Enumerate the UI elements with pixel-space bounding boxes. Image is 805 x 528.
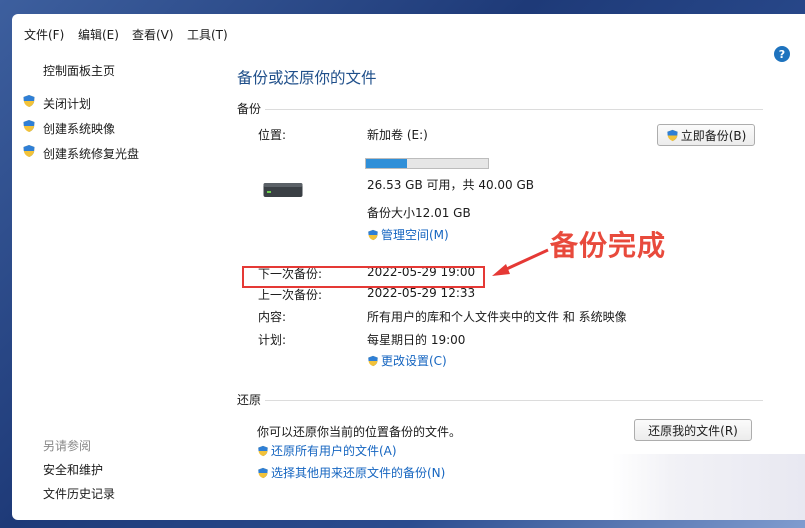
sidebar: 控制面板主页 关闭计划 创建系统映像 创建系统修复光盘 另请参阅 安全和维护 文… — [12, 44, 217, 520]
annotation-text: 备份完成 — [550, 229, 667, 262]
menu-view[interactable]: 查看(V) — [132, 26, 174, 43]
highlight-box — [242, 266, 485, 288]
menu-edit[interactable]: 编辑(E) — [78, 26, 119, 43]
location-value: 新加卷 (E:) — [367, 128, 428, 142]
uac-shield-icon — [23, 95, 35, 107]
manage-space-link[interactable]: 管理空间(M) — [367, 226, 449, 243]
backup-restore-window: 文件(F) 编辑(E) 查看(V) 工具(T) ? 控制面板主页 关闭计划 创建… — [12, 14, 805, 520]
last-backup-label: 上一次备份: — [258, 288, 323, 302]
restore-section-label: 还原 — [237, 393, 262, 407]
backup-now-label: 立即备份(B) — [680, 128, 747, 143]
page-title: 备份或还原你的文件 — [237, 69, 377, 87]
change-settings-link[interactable]: 更改设置(C) — [367, 352, 447, 369]
disk-usage-bar — [365, 158, 489, 169]
menu-file[interactable]: 文件(F) — [24, 26, 64, 43]
contents-label: 内容: — [258, 310, 287, 324]
sidebar-item-create-system-image[interactable]: 创建系统映像 — [43, 120, 115, 137]
backup-section-label: 备份 — [237, 102, 262, 116]
restore-my-files-button[interactable]: 还原我的文件(R) — [634, 419, 752, 441]
backup-size: 备份大小12.01 GB — [367, 206, 471, 220]
schedule-label: 计划: — [258, 333, 287, 347]
select-other-backup-label: 选择其他用来还原文件的备份(N) — [271, 466, 446, 480]
uac-shield-icon — [258, 445, 268, 457]
manage-space-label: 管理空间(M) — [381, 228, 449, 242]
select-other-backup-link[interactable]: 选择其他用来还原文件的备份(N) — [257, 464, 445, 481]
sidebar-item-turn-off-schedule[interactable]: 关闭计划 — [43, 95, 91, 112]
see-also-heading: 另请参阅 — [43, 439, 92, 453]
location-label: 位置: — [258, 128, 287, 142]
space-text: 26.53 GB 可用，共 40.00 GB — [367, 178, 535, 192]
menu-tools[interactable]: 工具(T) — [187, 26, 228, 43]
blurred-corner — [612, 454, 805, 520]
menu-bar: 文件(F) 编辑(E) 查看(V) 工具(T) — [12, 22, 805, 44]
disk-usage-fill — [366, 159, 408, 168]
restore-all-users-label: 还原所有用户的文件(A) — [271, 444, 397, 458]
last-backup-value: 2022-05-29 12:33 — [367, 286, 476, 300]
hard-drive-icon — [263, 183, 303, 197]
uac-shield-icon — [23, 120, 35, 132]
backup-now-button[interactable]: 立即备份(B) — [657, 124, 755, 146]
uac-shield-icon — [368, 229, 378, 241]
uac-shield-icon — [368, 355, 378, 367]
schedule-value: 每星期日的 19:00 — [367, 333, 466, 347]
sidebar-link-file-history[interactable]: 文件历史记录 — [43, 485, 115, 502]
change-settings-label: 更改设置(C) — [381, 354, 447, 368]
sidebar-control-panel-home[interactable]: 控制面板主页 — [43, 62, 115, 79]
contents-value: 所有用户的库和个人文件夹中的文件 和 系统映像 — [367, 310, 627, 324]
uac-shield-icon — [23, 145, 35, 157]
restore-divider — [265, 400, 763, 401]
arrow-icon — [492, 248, 549, 276]
backup-divider — [265, 109, 763, 110]
sidebar-link-security-maintenance[interactable]: 安全和维护 — [43, 461, 103, 478]
restore-my-files-label: 还原我的文件(R) — [648, 423, 738, 438]
restore-description: 你可以还原你当前的位置备份的文件。 — [257, 425, 462, 439]
restore-all-users-link[interactable]: 还原所有用户的文件(A) — [257, 442, 397, 459]
uac-shield-icon — [667, 129, 678, 141]
uac-shield-icon — [258, 467, 268, 479]
sidebar-item-create-repair-disc[interactable]: 创建系统修复光盘 — [43, 145, 139, 162]
